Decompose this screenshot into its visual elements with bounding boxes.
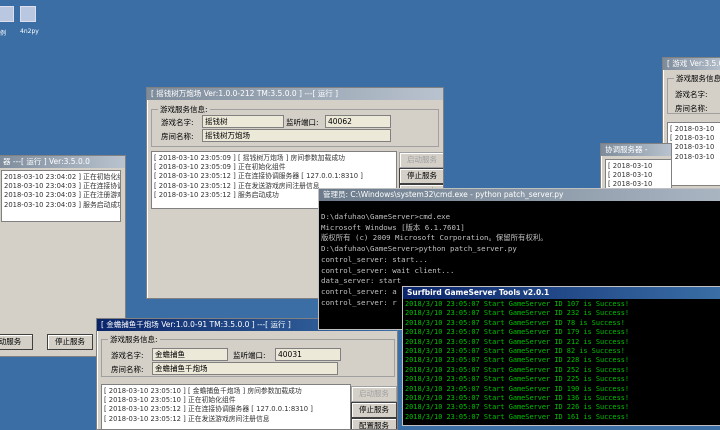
right-room-label: 房间名称: [675, 104, 708, 113]
bottom-game-name-field: 金蟾捕鱼 [152, 348, 228, 361]
bottom-port-label: 监听端口: [233, 351, 266, 360]
log-line: [ 2018-03-10 [670, 152, 715, 161]
surfbird-line: 2018/3/10 23:05:07 Start GameServer ID 1… [405, 394, 630, 403]
console-line: control_server: wait client... [321, 265, 455, 275]
right-window-title: [ 游戏 Ver:3.5.0.0 ] [663, 58, 720, 70]
coord-window-title: 协调服务器 - [601, 144, 671, 156]
bottom-port-field: 40031 [275, 348, 341, 361]
log-line: [ 2018-03-10 [608, 162, 653, 170]
surfbird-line: 2018/3/10 23:05:07 Start GameServer ID 1… [405, 300, 630, 308]
left-start-button[interactable]: 动服务 [0, 334, 33, 350]
console-line: D:\dafuhao\GameServer>python patch_serve… [321, 244, 517, 254]
bottom-room-field: 金蟾捕鱼千炮场 [152, 362, 338, 375]
console-line: 版权所有 (c) 2009 Microsoft Corporation。保留所有… [321, 233, 548, 243]
left-window-title: 器 ---[ 运行 ] Ver:3.5.0.0 [0, 156, 125, 168]
desktop-icon-2-label: 4n2py [20, 28, 39, 35]
log-line: [ 2018-03-10 23:05:10 ] [ 金蟾捕鱼千炮场 ] 房间参数… [104, 387, 302, 395]
right-group-label: 游戏服务信息: [674, 73, 720, 84]
main-port-field: 40062 [325, 115, 391, 128]
main-info-group-label: 游戏服务信息: [158, 104, 210, 115]
log-line: [ 2018-03-10 23:05:12 ] 正在连接协调服务器 [ 127.… [104, 405, 313, 414]
left-log-panel: 2018-03-10 23:04:02 ] 正在初始化组件 2018-03-10 … [1, 170, 121, 222]
main-game-name-field: 摇钱树 [202, 115, 284, 128]
main-window-title: [ 摇钱树万炮场 Ver:1.0.0-212 TM:3.5.0.0 ] ---[… [147, 88, 443, 100]
surfbird-line: 2018/3/10 23:05:07 Start GameServer ID 7… [405, 318, 625, 327]
log-line: [ 2018-03-10 23:05:12 ] 正在连接协调服务器 [ 127.… [154, 172, 363, 181]
log-line: [ 2018-03-10 23:05:12 ] 正在发送游戏房间注册信息 [104, 414, 270, 423]
console-line: control_server: start... [321, 254, 428, 264]
console-line: D:\dafuhao\GameServer>cmd.exe [321, 212, 451, 221]
surfbird-line: 2018/3/10 23:05:07 Start GameServer ID 8… [405, 347, 625, 356]
surfbird-line: 2018/3/10 23:05:07 Start GameServer ID 1… [405, 384, 630, 393]
desktop-icon-1-label: 例 [0, 30, 7, 37]
surfbird-console-window: Surfbird GameServer Tools v2.0.1 2018/3/… [402, 286, 720, 426]
bottom-server-window: [ 金蟾捕鱼千炮场 Ver:1.0.0-91 TM:3.5.0.0 ] ---[… [96, 318, 398, 430]
bottom-log-panel: [ 2018-03-10 23:05:10 ] [ 金蟾捕鱼千炮场 ] 房间参数… [101, 384, 351, 429]
surfbird-line: 2018/3/10 23:05:07 Start GameServer ID 2… [405, 356, 630, 365]
main-game-name-label: 游戏名字: [161, 118, 194, 127]
log-line: [ 2018-03-10 [670, 125, 715, 133]
console-line: Microsoft Windows [版本 6.1.7601] [321, 222, 465, 232]
surfbird-line: 2018/3/10 23:05:07 Start GameServer ID 1… [405, 412, 630, 421]
desktop-icon-2[interactable] [20, 6, 36, 22]
bottom-room-label: 房间名称: [111, 365, 144, 374]
main-start-button[interactable]: 启动服务 [399, 152, 443, 168]
log-line: [ 2018-03-10 [670, 143, 715, 152]
log-line: [ 2018-03-10 [670, 134, 715, 143]
cmd-console-title: 管理员: C:\Windows\system32\cmd.exe - pytho… [319, 189, 720, 201]
bottom-info-group-label: 游戏服务信息: [108, 334, 160, 345]
left-stop-button[interactable]: 停止服务 [47, 334, 93, 350]
main-port-label: 监听端口: [286, 118, 319, 127]
bottom-stop-button[interactable]: 停止服务 [351, 402, 397, 418]
surfbird-console-title: Surfbird GameServer Tools v2.0.1 [403, 287, 720, 299]
log-line: 2018-03-10 23:04:03 ] 服务启动成功 [4, 200, 121, 209]
bottom-config-button[interactable]: 配置服务 [351, 418, 397, 429]
right-game-name-label: 游戏名字: [675, 90, 708, 99]
log-line: [ 2018-03-10 23:05:09 ] [ 摇钱树万炮场 ] 房间参数加… [154, 154, 345, 162]
surfbird-line: 2018/3/10 23:05:07 Start GameServer ID 1… [405, 328, 630, 337]
log-line: [ 2018-03-10 [608, 171, 653, 180]
desktop-icon-1[interactable] [0, 6, 14, 22]
surfbird-line: 2018/3/10 23:05:07 Start GameServer ID 2… [405, 309, 630, 318]
bottom-start-button[interactable]: 启动服务 [351, 386, 397, 402]
log-line: 2018-03-10 23:04:03 ] 正在注册游戏登录服务器 [4, 191, 120, 200]
main-stop-button[interactable]: 停止服务 [399, 168, 443, 184]
surfbird-line: 2018/3/10 23:05:07 Start GameServer ID 2… [405, 365, 630, 374]
bottom-game-name-label: 游戏名字: [111, 351, 144, 360]
surfbird-line: 2018/3/10 23:05:07 Start GameServer ID 2… [405, 337, 630, 346]
surfbird-line: 2018/3/10 23:05:07 Start GameServer ID 2… [405, 375, 630, 384]
main-room-field: 摇钱树万炮场 [202, 129, 391, 142]
surfbird-line: 2018/3/10 23:05:07 Start GameServer ID 2… [405, 403, 630, 412]
right-log-panel: [ 2018-03-10[ 2018-03-10[ 2018-03-10[ 20… [667, 122, 720, 186]
log-line: 2018-03-10 23:04:02 ] 正在初始化组件 [4, 173, 121, 181]
main-room-label: 房间名称: [161, 132, 194, 141]
